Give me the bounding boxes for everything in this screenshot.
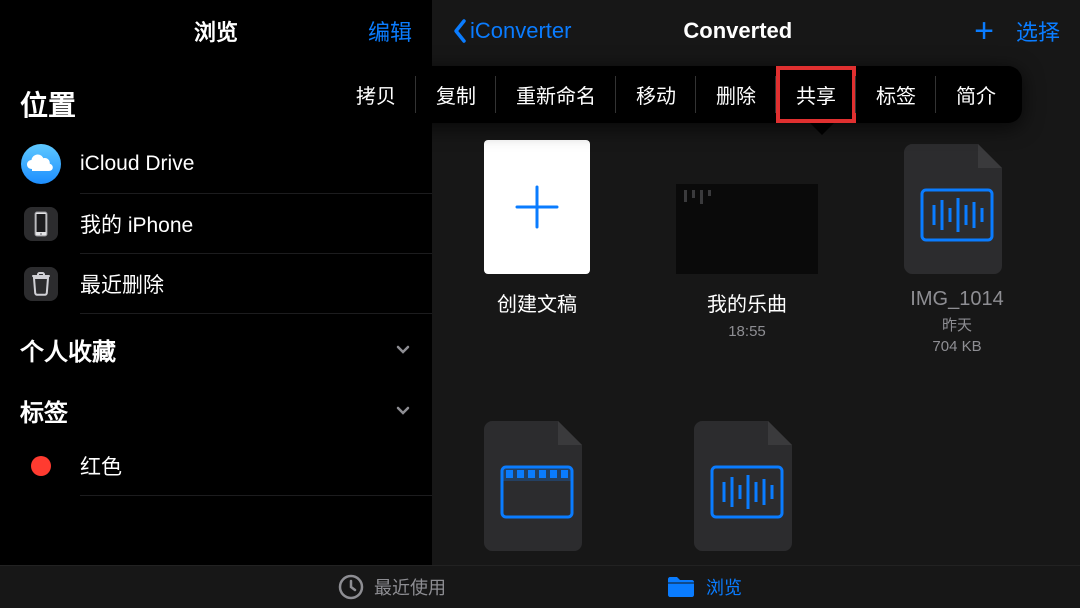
page-title: Converted [501,18,974,44]
trash-icon [20,263,62,305]
tab-label: 浏览 [706,574,742,600]
file-sub: 18:55 [728,321,766,342]
main-pane: iConverter Converted + 选择 拷贝 复制 重新命名 移动 … [432,0,1080,565]
sidebar-item-label: 红色 [80,451,122,481]
file-sub: 昨天 [942,315,972,336]
bottom-tab-bar: 最近使用 浏览 [0,565,1080,608]
video-file-thumb [484,417,590,551]
favorites-label: 个人收藏 [20,332,116,367]
favorites-header[interactable]: 个人收藏 [0,314,432,375]
clock-icon [338,574,364,600]
tab-label: 最近使用 [374,574,446,600]
context-menu: 拷贝 复制 重新命名 移动 删除 共享 标签 简介 [330,66,1022,123]
sidebar-item-my-iphone[interactable]: 我的 iPhone [0,194,432,254]
ctx-info[interactable]: 简介 [936,66,1016,123]
ctx-delete[interactable]: 删除 [696,66,776,123]
ctx-rename[interactable]: 重新命名 [496,66,616,123]
select-button[interactable]: 选择 [1016,15,1060,47]
sidebar-item-recently-deleted[interactable]: 最近删除 [0,254,432,314]
folder-icon [666,575,696,599]
file-item-my-song[interactable]: 我的乐曲 18:55 [672,140,822,357]
file-item-img-1014[interactable]: IMG_1014 昨天 704 KB [882,140,1032,357]
audio-file-thumb [694,417,800,551]
ctx-share[interactable]: 共享 [776,66,856,123]
tags-label: 标签 [20,393,68,428]
file-name: IMG_1014 [910,288,1003,311]
sidebar-item-label: iCloud Drive [80,152,194,176]
ctx-tags[interactable]: 标签 [856,66,936,123]
main-header: iConverter Converted + 选择 [432,0,1080,62]
edit-button[interactable]: 编辑 [368,15,412,47]
ctx-duplicate[interactable]: 复制 [416,66,496,123]
plus-icon [507,177,567,237]
file-item-video[interactable] [462,417,612,565]
tab-recent[interactable]: 最近使用 [338,574,446,600]
locations-label: 位置 [20,84,76,124]
tags-header[interactable]: 标签 [0,375,432,436]
file-sub2: 704 KB [932,336,981,357]
sidebar-tag-red[interactable]: 红色 [0,436,432,496]
audio-file-thumb [904,140,1010,274]
file-name: 创建文稿 [497,288,577,317]
music-thumb [676,184,818,274]
icloud-icon [20,143,62,185]
chevron-down-icon [394,341,412,359]
sidebar-item-label: 最近删除 [80,269,164,299]
file-item-audio[interactable] [672,417,822,565]
add-button[interactable]: + [974,14,994,48]
sidebar-item-label: 我的 iPhone [80,209,193,239]
create-doc-thumb [484,140,590,274]
tag-dot-icon [20,445,62,487]
tab-browse[interactable]: 浏览 [666,574,742,600]
file-item-create[interactable]: 创建文稿 [462,140,612,357]
ctx-copy[interactable]: 拷贝 [336,66,416,123]
sidebar-title: 浏览 [194,15,238,47]
file-name: 我的乐曲 [707,288,787,317]
file-grid: 创建文稿 我的乐曲 18:55 IMG_1014 昨天 [432,140,1080,565]
iphone-icon [20,203,62,245]
chevron-left-icon [452,18,468,44]
ctx-move[interactable]: 移动 [616,66,696,123]
sidebar-item-icloud-drive[interactable]: iCloud Drive [0,134,432,194]
chevron-down-icon [394,402,412,420]
